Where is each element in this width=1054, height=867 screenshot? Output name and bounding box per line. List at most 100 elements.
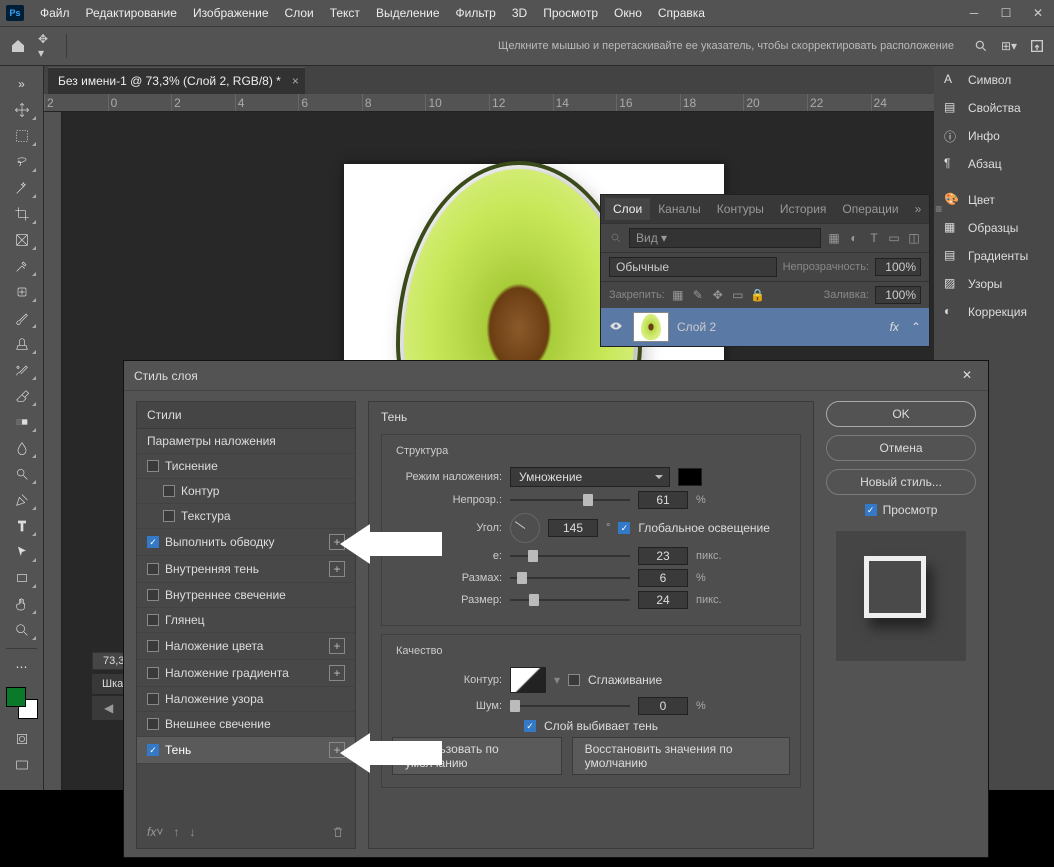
brush-tool[interactable]	[6, 306, 38, 330]
hand-tool[interactable]	[6, 592, 38, 616]
layers-filter-select[interactable]: Вид ▾	[629, 228, 821, 248]
menu-слои[interactable]: Слои	[277, 6, 322, 20]
style-item-глянец[interactable]: Глянец	[137, 608, 355, 633]
filter-shape-icon[interactable]: ▭	[887, 231, 901, 245]
trash-icon[interactable]	[331, 825, 345, 842]
type-tool[interactable]	[6, 514, 38, 538]
style-down-icon[interactable]: ↓	[189, 825, 195, 842]
shadow-color-swatch[interactable]	[678, 468, 702, 486]
eyedropper-tool[interactable]	[6, 254, 38, 278]
panel-collapse-icon[interactable]: »	[909, 202, 928, 216]
fill-input[interactable]: 100%	[875, 286, 921, 304]
layers-tab-история[interactable]: История	[772, 198, 835, 220]
toolbar-collapse-icon[interactable]: »	[6, 72, 38, 96]
blend-mode-select[interactable]: Обычные	[609, 257, 777, 277]
style-item-выполнить-обводку[interactable]: ✓Выполнить обводку+	[137, 529, 355, 556]
style-checkbox[interactable]	[147, 460, 159, 472]
blending-options-item[interactable]: Параметры наложения	[137, 429, 355, 454]
share-icon[interactable]	[1028, 37, 1046, 55]
layers-tab-каналы[interactable]: Каналы	[650, 198, 709, 220]
style-checkbox[interactable]	[147, 614, 159, 626]
dodge-tool[interactable]	[6, 462, 38, 486]
close-tab-icon[interactable]: ×	[292, 74, 299, 88]
workspace-icon[interactable]: ⊞▾	[1000, 37, 1018, 55]
rectangle-tool[interactable]	[6, 566, 38, 590]
spread-slider[interactable]	[510, 571, 630, 585]
history-brush-tool[interactable]	[6, 358, 38, 382]
menu-выделение[interactable]: Выделение	[368, 6, 448, 20]
layer-thumbnail[interactable]	[633, 312, 669, 342]
style-checkbox[interactable]: ✓	[147, 536, 159, 548]
layer-name[interactable]: Слой 2	[677, 320, 716, 334]
style-checkbox[interactable]	[163, 485, 175, 497]
knockout-checkbox[interactable]: ✓	[524, 720, 536, 732]
style-item-наложение-узора[interactable]: Наложение узора	[137, 687, 355, 712]
lock-artboard-icon[interactable]: ▭	[731, 288, 745, 302]
menu-фильтр[interactable]: Фильтр	[448, 6, 504, 20]
menu-текст[interactable]: Текст	[322, 6, 368, 20]
lasso-tool[interactable]	[6, 150, 38, 174]
filter-smart-icon[interactable]: ◫	[907, 231, 921, 245]
cancel-button[interactable]: Отмена	[826, 435, 976, 461]
edit-toolbar-icon[interactable]: ⋯	[6, 655, 38, 679]
add-effect-button[interactable]: +	[329, 665, 345, 681]
reset-default-button[interactable]: Восстановить значения по умолчанию	[572, 737, 790, 775]
style-item-контур[interactable]: Контур	[137, 479, 355, 504]
panel-menu-icon[interactable]: ≡	[929, 202, 948, 216]
fg-color-swatch[interactable]	[6, 687, 26, 707]
style-up-icon[interactable]: ↑	[173, 825, 179, 842]
menu-файл[interactable]: Файл	[32, 6, 78, 20]
lock-image-icon[interactable]: ✎	[691, 288, 705, 302]
panel-tab-градиенты[interactable]: ▤Градиенты	[934, 242, 1054, 270]
zoom-tool[interactable]	[6, 618, 38, 642]
angle-input[interactable]: 145	[548, 519, 598, 537]
noise-slider[interactable]	[510, 699, 630, 713]
move-tool[interactable]	[6, 98, 38, 122]
layer-fx-chevron-icon[interactable]: ⌃	[911, 320, 921, 334]
lock-all-icon[interactable]: 🔒	[751, 288, 765, 302]
layers-tab-слои[interactable]: Слои	[605, 198, 650, 220]
styles-header[interactable]: Стили	[137, 402, 355, 429]
opacity-input[interactable]: 100%	[875, 258, 921, 276]
filter-pixel-icon[interactable]: ▦	[827, 231, 841, 245]
dialog-titlebar[interactable]: Стиль слоя ✕	[124, 361, 988, 391]
new-style-button[interactable]: Новый стиль...	[826, 469, 976, 495]
panel-tab-инфо[interactable]: ⓘИнфо	[934, 122, 1054, 150]
menu-редактирование[interactable]: Редактирование	[78, 6, 185, 20]
style-checkbox[interactable]	[147, 693, 159, 705]
maximize-button[interactable]: ☐	[990, 0, 1022, 26]
path-selection-tool[interactable]	[6, 540, 38, 564]
style-checkbox[interactable]	[147, 718, 159, 730]
layers-tab-контуры[interactable]: Контуры	[709, 198, 772, 220]
style-item-текстура[interactable]: Текстура	[137, 504, 355, 529]
marquee-tool[interactable]	[6, 124, 38, 148]
filter-type-icon[interactable]: T	[867, 231, 881, 245]
search-icon[interactable]	[972, 37, 990, 55]
style-checkbox[interactable]	[163, 510, 175, 522]
add-effect-button[interactable]: +	[329, 638, 345, 654]
menu-изображение[interactable]: Изображение	[185, 6, 277, 20]
opacity-input[interactable]: 61	[638, 491, 688, 509]
filter-adjust-icon[interactable]: ◐	[847, 231, 861, 245]
distance-input[interactable]: 23	[638, 547, 688, 565]
dialog-close-icon[interactable]: ✕	[962, 368, 978, 384]
noise-input[interactable]: 0	[638, 697, 688, 715]
style-item-наложение-градиента[interactable]: Наложение градиента+	[137, 660, 355, 687]
lock-transparency-icon[interactable]: ▦	[671, 288, 685, 302]
panel-tab-цвет[interactable]: 🎨Цвет	[934, 186, 1054, 214]
minimize-button[interactable]: ─	[958, 0, 990, 26]
layer-fx-label[interactable]: fx	[890, 320, 899, 334]
style-checkbox[interactable]	[147, 640, 159, 652]
tl-prev-icon[interactable]: ◀	[104, 701, 113, 715]
angle-dial[interactable]	[510, 513, 540, 543]
document-tab[interactable]: Без имени-1 @ 73,3% (Слой 2, RGB/8) * ×	[48, 67, 305, 94]
preview-checkbox[interactable]: ✓	[865, 504, 877, 516]
search-icon[interactable]	[609, 231, 623, 245]
menu-3d[interactable]: 3D	[504, 6, 535, 20]
spread-input[interactable]: 6	[638, 569, 688, 587]
global-light-checkbox[interactable]: ✓	[618, 522, 630, 534]
home-icon[interactable]	[8, 36, 28, 56]
gradient-tool[interactable]	[6, 410, 38, 434]
layer-row[interactable]: Слой 2 fx ⌃	[601, 308, 929, 346]
size-slider[interactable]	[510, 593, 630, 607]
